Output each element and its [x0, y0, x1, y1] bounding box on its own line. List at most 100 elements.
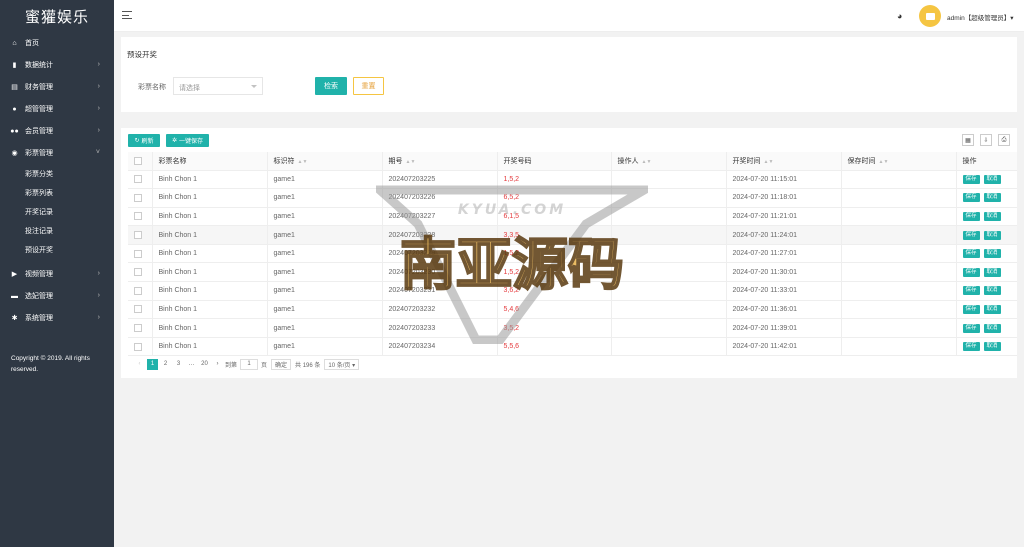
cancel-button[interactable]: 取消 — [983, 286, 1001, 296]
cell-operator — [611, 318, 727, 338]
page-size-select[interactable]: 10 条/页 ▾ — [324, 358, 360, 370]
cell-draw-time: 2024-07-20 11:18:01 — [726, 188, 842, 208]
prev-page-button[interactable]: ‹ — [134, 359, 145, 370]
export-icon[interactable]: ⇩ — [980, 134, 992, 146]
submenu-item-preset-draw[interactable]: 预设开奖 — [0, 240, 114, 259]
next-page-button[interactable]: › — [212, 359, 223, 370]
refresh-button[interactable]: ↻ 刷新 — [128, 134, 160, 147]
save-button[interactable]: 保存 — [962, 286, 980, 296]
col-header-save-time[interactable]: 保存时间 ▲▼ — [841, 152, 957, 171]
sidebar: 蜜獾娱乐 ⌂ 首页 ▮ 数据统计 › ▤ 财务管理 › ● 超管管理 › ●● 会员管理 › ◉ 彩… — [0, 0, 114, 547]
save-button[interactable]: 保存 — [962, 323, 980, 333]
sort-icon[interactable]: ▲▼ — [879, 159, 889, 165]
sidebar-item-lottery[interactable]: ◉ 彩票管理 ˅ — [0, 142, 114, 164]
save-button[interactable]: 保存 — [962, 267, 980, 277]
row-checkbox[interactable] — [128, 170, 153, 190]
save-button[interactable]: 保存 — [962, 174, 980, 184]
table-row[interactable]: Binh Chon 1 game1 202407203231 3,6,2 2024-07… — [128, 281, 1017, 301]
col-header-identifier[interactable]: 标识符 ▲▼ — [267, 152, 383, 171]
sidebar-item-home[interactable]: ⌂ 首页 — [0, 32, 114, 54]
goto-page-input[interactable]: 1 — [240, 358, 259, 370]
app-logo: 蜜獾娱乐 — [24, 8, 89, 26]
col-header-period[interactable]: 期号 ▲▼ — [382, 152, 498, 171]
row-checkbox[interactable] — [128, 188, 153, 208]
row-checkbox[interactable] — [128, 225, 153, 245]
submenu-item-draw-records[interactable]: 开奖记录 — [0, 202, 114, 221]
palette-icon[interactable]: ◕ — [897, 11, 902, 21]
cancel-button[interactable]: 取消 — [983, 323, 1001, 333]
columns-icon[interactable]: ▦ — [962, 134, 974, 146]
row-checkbox[interactable] — [128, 300, 153, 320]
row-checkbox[interactable] — [128, 262, 153, 283]
table-row[interactable]: Binh Chon 1 game1 202407203232 5,4,6 2024-07… — [128, 300, 1017, 320]
row-checkbox[interactable] — [128, 281, 153, 301]
page-1-button[interactable]: 1 — [147, 358, 158, 370]
table-row[interactable]: Binh Chon 1 game1 202407203225 1,5,2 2024-07… — [128, 170, 1017, 190]
search-button[interactable]: 检索 — [315, 77, 347, 95]
cancel-button[interactable]: 取消 — [983, 211, 1001, 221]
print-icon[interactable]: ⎙ — [998, 134, 1010, 146]
avatar[interactable] — [919, 5, 941, 27]
cancel-button[interactable]: 取消 — [983, 174, 1001, 184]
save-button[interactable]: 保存 — [962, 249, 980, 259]
sidebar-item-admin[interactable]: ● 超管管理 › — [0, 98, 114, 120]
sort-icon[interactable]: ▲▼ — [298, 159, 308, 165]
goto-confirm-button[interactable]: 确定 — [271, 358, 292, 370]
sort-icon[interactable]: ▲▼ — [642, 159, 652, 165]
cell-period: 202407203229 — [382, 244, 498, 264]
reset-button[interactable]: 重置 — [353, 77, 384, 95]
row-checkbox[interactable] — [128, 244, 153, 264]
table-row[interactable]: Binh Chon 1 game1 202407203234 5,5,6 2024-07… — [128, 337, 1017, 357]
table-body: Binh Chon 1 game1 202407203225 1,5,2 2024-07… — [128, 170, 1017, 357]
save-all-label: 一键保存 — [179, 139, 204, 145]
submenu-item-category[interactable]: 彩票分类 — [0, 164, 114, 183]
sort-icon[interactable]: ▲▼ — [764, 159, 774, 165]
video-icon: ▶ — [11, 271, 18, 278]
user-menu[interactable]: admin【超级管理员】▾ — [947, 12, 1013, 22]
row-checkbox[interactable] — [128, 337, 153, 357]
lottery-name-label: 彩票名称 — [138, 84, 166, 91]
col-header-operator[interactable]: 操作人 ▲▼ — [611, 152, 727, 171]
col-header-name: 彩票名称 — [152, 152, 268, 171]
lottery-select[interactable]: 请选择 — [173, 77, 263, 95]
submenu-item-list[interactable]: 彩票列表 — [0, 183, 114, 202]
table-row[interactable]: Binh Chon 1 game1 202407203227 6,1,5 2024-07… — [128, 207, 1017, 227]
row-checkbox[interactable] — [128, 318, 153, 338]
table-row[interactable]: Binh Chon 1 game1 202407203228 3,3,5 2024-07… — [128, 225, 1017, 245]
table-row[interactable]: Binh Chon 1 game1 202407203230 1,5,2 2024-07… — [128, 262, 1017, 283]
sidebar-item-members[interactable]: ●● 会员管理 › — [0, 120, 114, 142]
sidebar-item-statistics[interactable]: ▮ 数据统计 › — [0, 54, 114, 76]
page-3-button[interactable]: 3 — [173, 359, 184, 370]
select-all-checkbox[interactable] — [128, 152, 153, 171]
save-button[interactable]: 保存 — [962, 342, 980, 352]
cancel-button[interactable]: 取消 — [983, 304, 1001, 314]
save-all-button[interactable]: ✲ 一键保存 — [166, 134, 209, 147]
col-header-draw-time[interactable]: 开奖时间 ▲▼ — [726, 152, 842, 171]
sidebar-item-concubine[interactable]: ▬ 选妃管理 › — [0, 285, 114, 307]
sidebar-item-system[interactable]: ✱ 系统管理 › — [0, 307, 114, 329]
cell-name: Binh Chon 1 — [152, 244, 268, 264]
table-row[interactable]: Binh Chon 1 game1 202407203229 1,5,2 2024-07… — [128, 244, 1017, 264]
submenu-item-bet-records[interactable]: 投注记录 — [0, 221, 114, 240]
sort-icon[interactable]: ▲▼ — [406, 159, 416, 165]
table-row[interactable]: Binh Chon 1 game1 202407203226 6,5,2 2024-07… — [128, 188, 1017, 208]
cancel-button[interactable]: 取消 — [983, 267, 1001, 277]
page-2-button[interactable]: 2 — [160, 359, 171, 370]
cancel-button[interactable]: 取消 — [983, 193, 1001, 203]
page-last-button[interactable]: 20 — [199, 359, 210, 370]
save-button[interactable]: 保存 — [962, 211, 980, 221]
cell-draw-time: 2024-07-20 11:30:01 — [726, 262, 842, 283]
cancel-button[interactable]: 取消 — [983, 249, 1001, 259]
cell-name: Binh Chon 1 — [152, 207, 268, 227]
sidebar-item-video[interactable]: ▶ 视频管理 › — [0, 263, 114, 285]
sidebar-item-finance[interactable]: ▤ 财务管理 › — [0, 76, 114, 98]
cancel-button[interactable]: 取消 — [983, 230, 1001, 240]
cell-draw-time: 2024-07-20 11:15:01 — [726, 170, 842, 190]
save-button[interactable]: 保存 — [962, 193, 980, 203]
row-checkbox[interactable] — [128, 207, 153, 227]
save-button[interactable]: 保存 — [962, 304, 980, 314]
cancel-button[interactable]: 取消 — [983, 342, 1001, 352]
save-button[interactable]: 保存 — [962, 230, 980, 240]
menu-toggle-icon[interactable] — [122, 11, 132, 19]
table-row[interactable]: Binh Chon 1 game1 202407203233 3,5,2 2024-07… — [128, 318, 1017, 338]
